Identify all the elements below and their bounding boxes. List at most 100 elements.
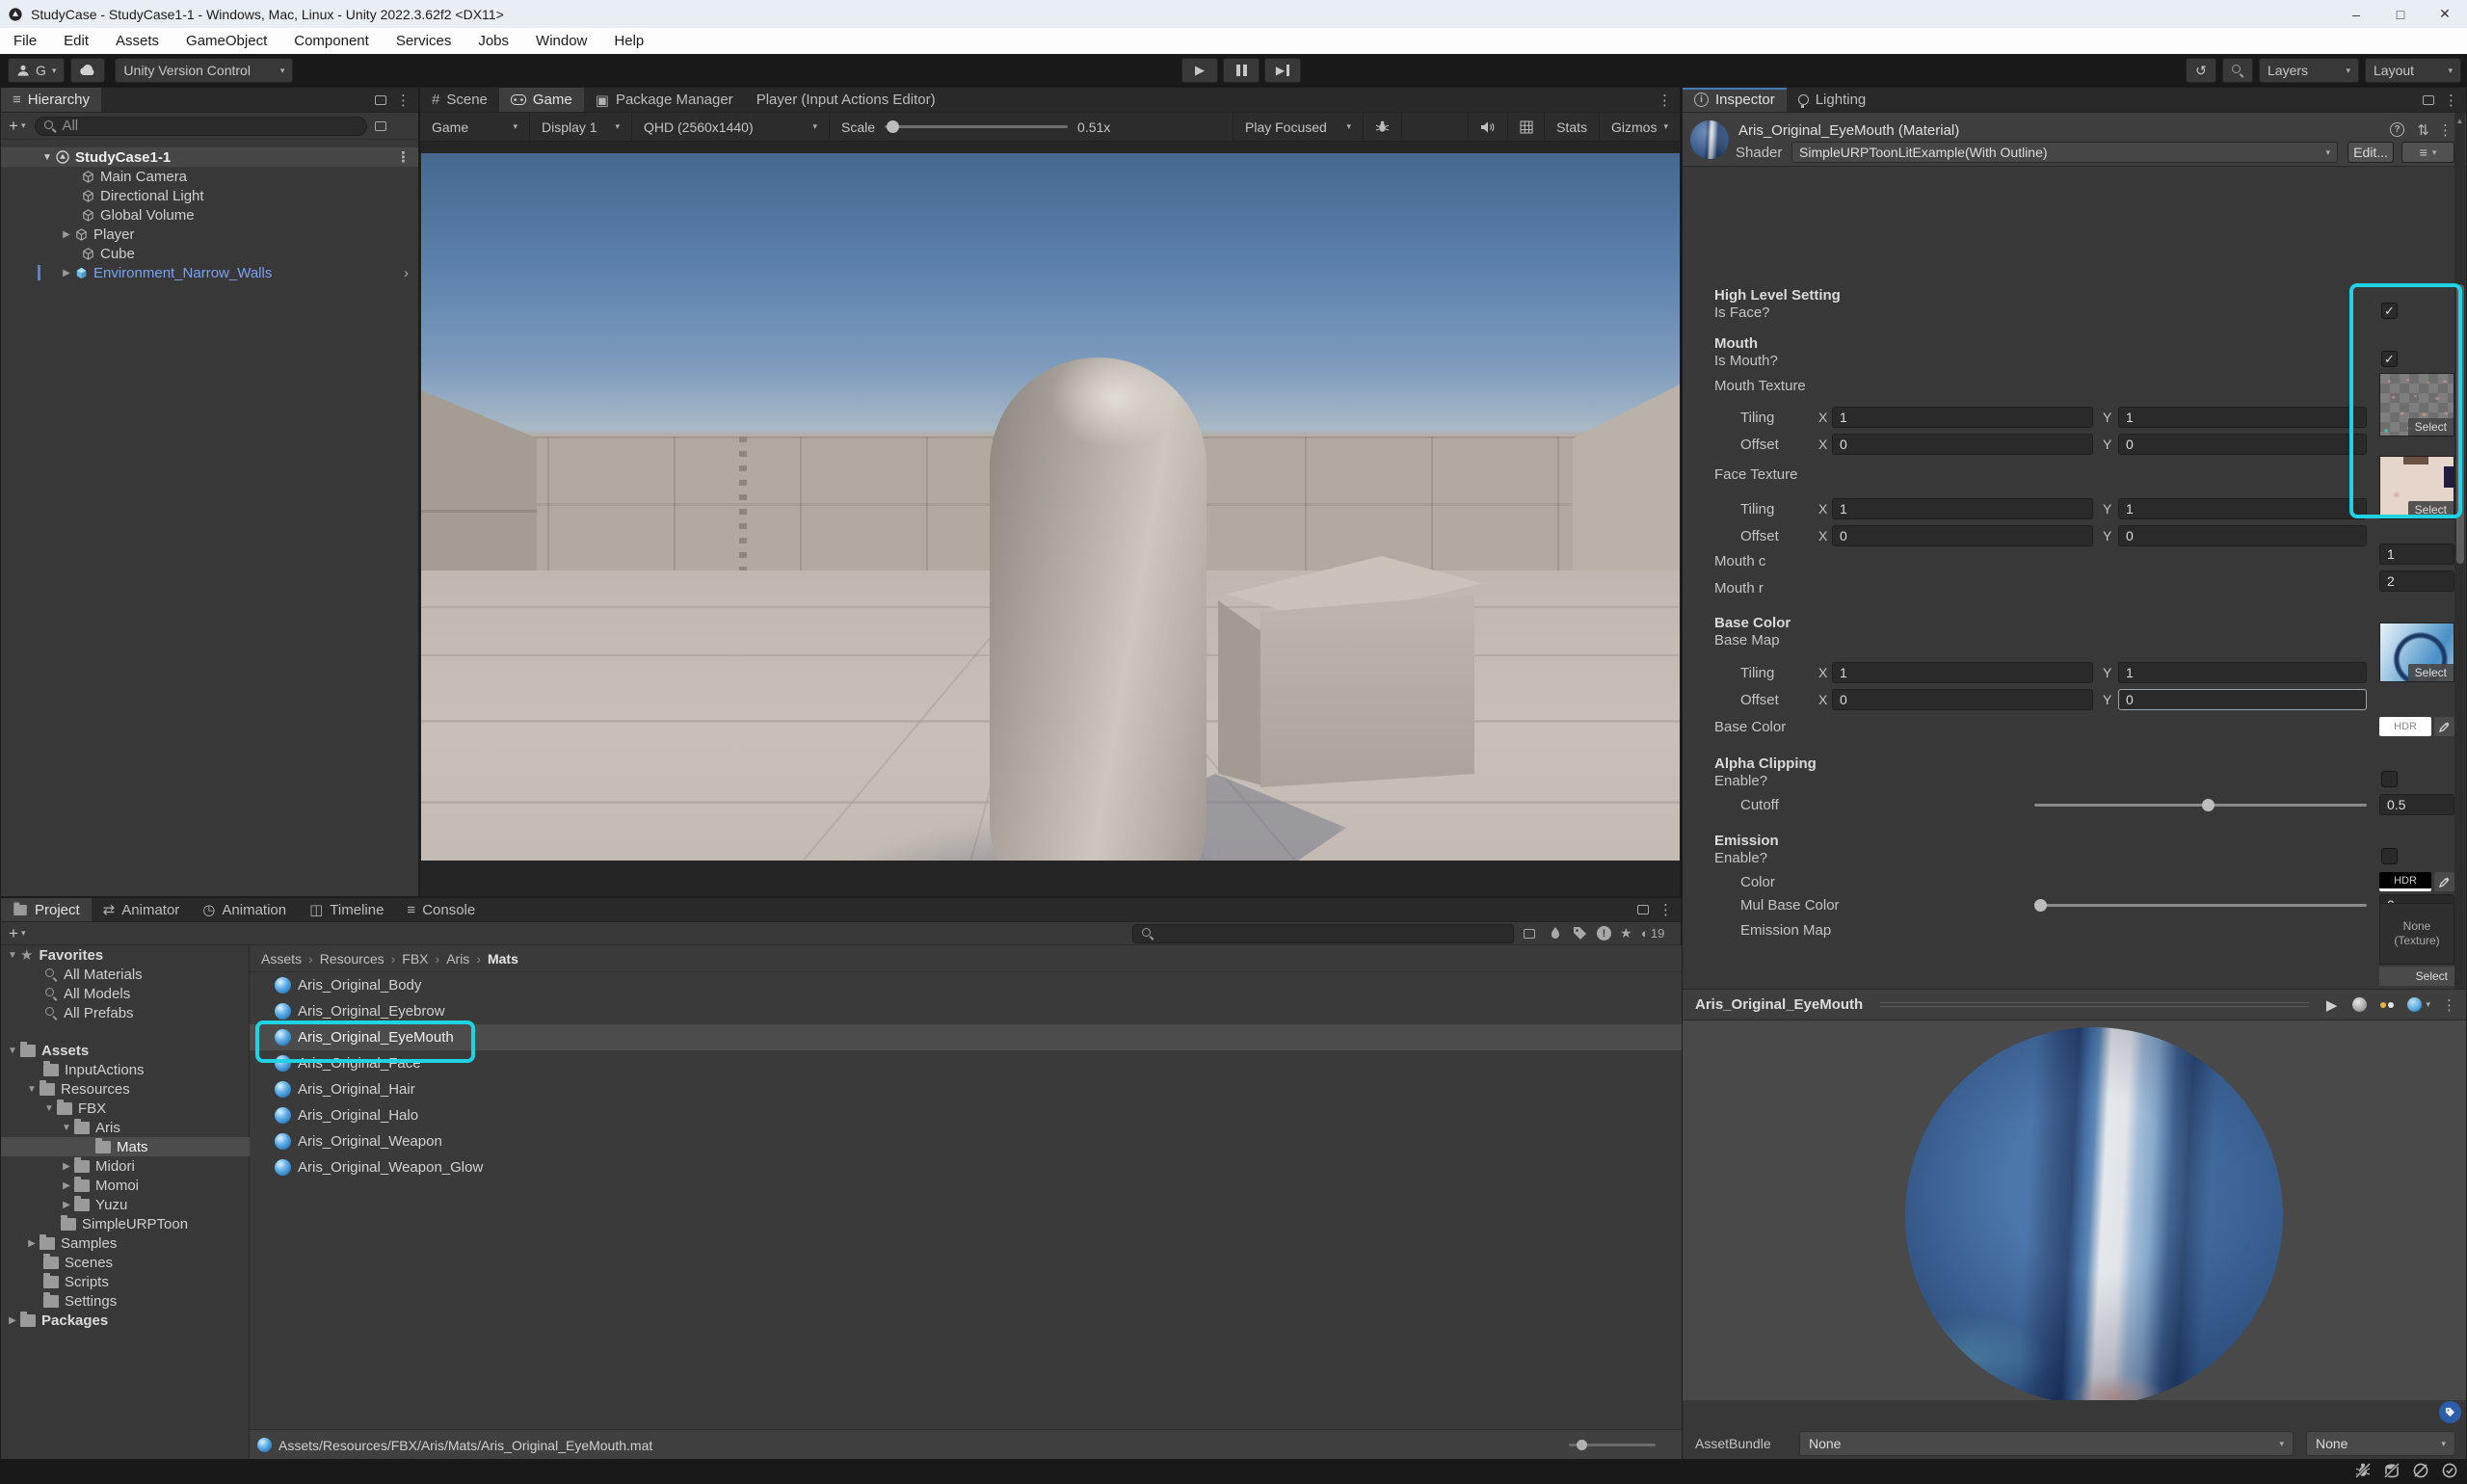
dock-icon[interactable] xyxy=(2423,95,2434,105)
layout-dropdown[interactable]: Layout▾ xyxy=(2365,58,2461,83)
open-search-window-icon[interactable] xyxy=(1524,929,1535,939)
filter-by-label-icon[interactable] xyxy=(1573,926,1587,941)
notifications-disabled-icon[interactable] xyxy=(2411,1461,2430,1480)
stats-button[interactable]: Stats xyxy=(1545,113,1600,141)
face-tiling-x-field[interactable]: 1 xyxy=(1832,498,2093,519)
icon-size-knob[interactable] xyxy=(1577,1440,1587,1450)
file-row[interactable]: Aris_Original_Halo xyxy=(250,1102,1682,1128)
preview-color-channels-icon[interactable] xyxy=(2380,1002,2394,1008)
account-dropdown[interactable]: G ▾ xyxy=(8,58,65,83)
hierarchy-item[interactable]: Global Volume xyxy=(1,205,418,225)
tab-timeline[interactable]: ◫ Timeline xyxy=(298,898,395,921)
game-menu-icon[interactable]: ⋮ xyxy=(1658,92,1672,109)
file-row-selected[interactable]: Aris_Original_EyeMouth xyxy=(250,1024,1682,1050)
mouth-tiling-y-field[interactable]: 1 xyxy=(2118,407,2367,428)
display-dropdown[interactable]: Display 1▾ xyxy=(530,113,632,141)
close-button[interactable]: ✕ xyxy=(2423,0,2467,28)
file-row[interactable]: Aris_Original_Weapon xyxy=(250,1128,1682,1154)
inspector-scrollbar[interactable]: ▲ xyxy=(2454,113,2465,989)
tree-item[interactable]: ▶Samples xyxy=(1,1233,250,1253)
debugger-disabled-icon[interactable] xyxy=(2353,1461,2373,1480)
hierarchy-expand-icon[interactable] xyxy=(375,121,386,131)
tree-item[interactable]: InputActions xyxy=(1,1060,250,1079)
is-mouth-checkbox[interactable]: ✓ xyxy=(2381,351,2398,367)
version-control-dropdown[interactable]: Unity Version Control ▾ xyxy=(115,58,293,83)
vsync-grid-button[interactable] xyxy=(1508,113,1545,141)
undo-history-button[interactable]: ↺ xyxy=(2186,58,2216,83)
tree-item[interactable]: ▼Assets xyxy=(1,1041,250,1060)
game-view-dropdown[interactable]: Game▾ xyxy=(420,113,530,141)
breadcrumb-item[interactable]: FBX xyxy=(402,951,428,967)
assetbundle-dropdown[interactable]: None▾ xyxy=(1799,1431,2294,1456)
dock-icon[interactable] xyxy=(1637,905,1649,914)
base-color-swatch[interactable]: HDR xyxy=(2379,717,2431,736)
tree-item[interactable]: ▶Momoi xyxy=(1,1176,250,1195)
tab-scene[interactable]: # Scene xyxy=(420,88,499,112)
mouth-offset-y-field[interactable]: 0 xyxy=(2118,434,2367,455)
mouth-tiling-x-field[interactable]: 1 xyxy=(1832,407,2093,428)
tree-item[interactable]: Scenes xyxy=(1,1253,250,1272)
resolution-dropdown[interactable]: QHD (2560x1440)▾ xyxy=(632,113,830,141)
tree-item[interactable]: ▼Resources xyxy=(1,1079,250,1099)
hierarchy-item[interactable]: Cube xyxy=(1,244,418,263)
preview-sphere-icon[interactable] xyxy=(2352,997,2367,1012)
tab-player-input-actions[interactable]: Player (Input Actions Editor) xyxy=(745,88,947,112)
face-offset-y-field[interactable]: 0 xyxy=(2118,525,2367,546)
menu-assets[interactable]: Assets xyxy=(102,28,172,54)
eyedropper-button[interactable] xyxy=(2434,872,2454,891)
cutoff-slider-knob[interactable] xyxy=(2202,799,2215,811)
hierarchy-item[interactable]: Directional Light xyxy=(1,186,418,205)
step-button[interactable]: ▶ xyxy=(1264,58,1301,83)
create-add-button[interactable]: + xyxy=(9,117,18,136)
material-menu-icon[interactable]: ⋮ xyxy=(2438,121,2453,139)
debug-bug-button[interactable] xyxy=(1364,113,1402,141)
search-button[interactable] xyxy=(2222,58,2253,83)
shader-edit-button[interactable]: Edit... xyxy=(2348,142,2394,163)
face-texture-select[interactable]: Select xyxy=(2408,501,2454,518)
menu-edit[interactable]: Edit xyxy=(50,28,102,54)
help-icon[interactable]: ? xyxy=(2390,122,2404,137)
assetbundle-variant-dropdown[interactable]: None▾ xyxy=(2306,1431,2455,1456)
mouth-r-field[interactable]: 2 xyxy=(2379,570,2454,592)
base-offset-x-field[interactable]: 0 xyxy=(1832,689,2093,710)
mute-audio-button[interactable] xyxy=(1468,113,1508,141)
cache-disabled-icon[interactable] xyxy=(2382,1461,2401,1480)
tab-package-manager[interactable]: ▣ Package Manager xyxy=(584,88,745,112)
menu-services[interactable]: Services xyxy=(383,28,465,54)
mouth-c-field[interactable]: 1 xyxy=(2379,543,2454,565)
tree-item[interactable]: All Materials xyxy=(1,965,250,984)
inspector-menu-icon[interactable]: ⋮ xyxy=(2444,92,2458,109)
tab-animator[interactable]: ⇄ Animator xyxy=(92,898,192,921)
favorites-star-icon[interactable]: ★ xyxy=(1620,925,1632,941)
status-ok-icon[interactable] xyxy=(2440,1461,2459,1480)
scrollbar-thumb[interactable] xyxy=(2456,284,2464,564)
dock-icon[interactable] xyxy=(375,95,386,105)
alert-icon[interactable]: ! xyxy=(1597,926,1611,941)
prefab-open-chevron[interactable]: › xyxy=(404,265,409,281)
scale-slider-knob[interactable] xyxy=(887,120,899,133)
hierarchy-item[interactable]: Main Camera xyxy=(1,167,418,186)
foldout-open-icon[interactable]: ▼ xyxy=(40,152,55,163)
file-row[interactable]: Aris_Original_Weapon_Glow xyxy=(250,1154,1682,1180)
project-search-input[interactable] xyxy=(1132,924,1514,943)
play-button[interactable]: ▶ xyxy=(1181,58,1218,83)
filter-by-type-icon[interactable] xyxy=(1549,926,1562,941)
base-offset-y-field[interactable]: 0 xyxy=(2118,689,2367,710)
tree-item[interactable]: Scripts xyxy=(1,1272,250,1291)
face-offset-x-field[interactable]: 0 xyxy=(1832,525,2093,546)
file-row[interactable]: Aris_Original_Hair xyxy=(250,1076,1682,1102)
file-row[interactable]: Aris_Original_Body xyxy=(250,972,1682,998)
tree-item[interactable]: All Prefabs xyxy=(1,1003,250,1022)
base-tiling-y-field[interactable]: 1 xyxy=(2118,662,2367,683)
project-add-button[interactable]: + xyxy=(9,924,18,943)
emission-color-swatch[interactable]: HDR xyxy=(2379,872,2431,891)
emission-map-well[interactable]: None (Texture) xyxy=(2379,903,2454,965)
mouth-offset-x-field[interactable]: 0 xyxy=(1832,434,2093,455)
tab-game[interactable]: Game xyxy=(499,88,584,112)
hierarchy-scene-row[interactable]: ▼ StudyCase1-1 ⋮ xyxy=(1,147,418,167)
preview-menu-icon[interactable]: ⋮ xyxy=(2442,996,2456,1014)
breadcrumb-item[interactable]: Assets xyxy=(261,951,302,967)
file-row[interactable]: Aris_Original_Face xyxy=(250,1050,1682,1076)
asset-labels-badge[interactable] xyxy=(2439,1401,2461,1423)
cutoff-field[interactable]: 0.5 xyxy=(2379,794,2454,815)
